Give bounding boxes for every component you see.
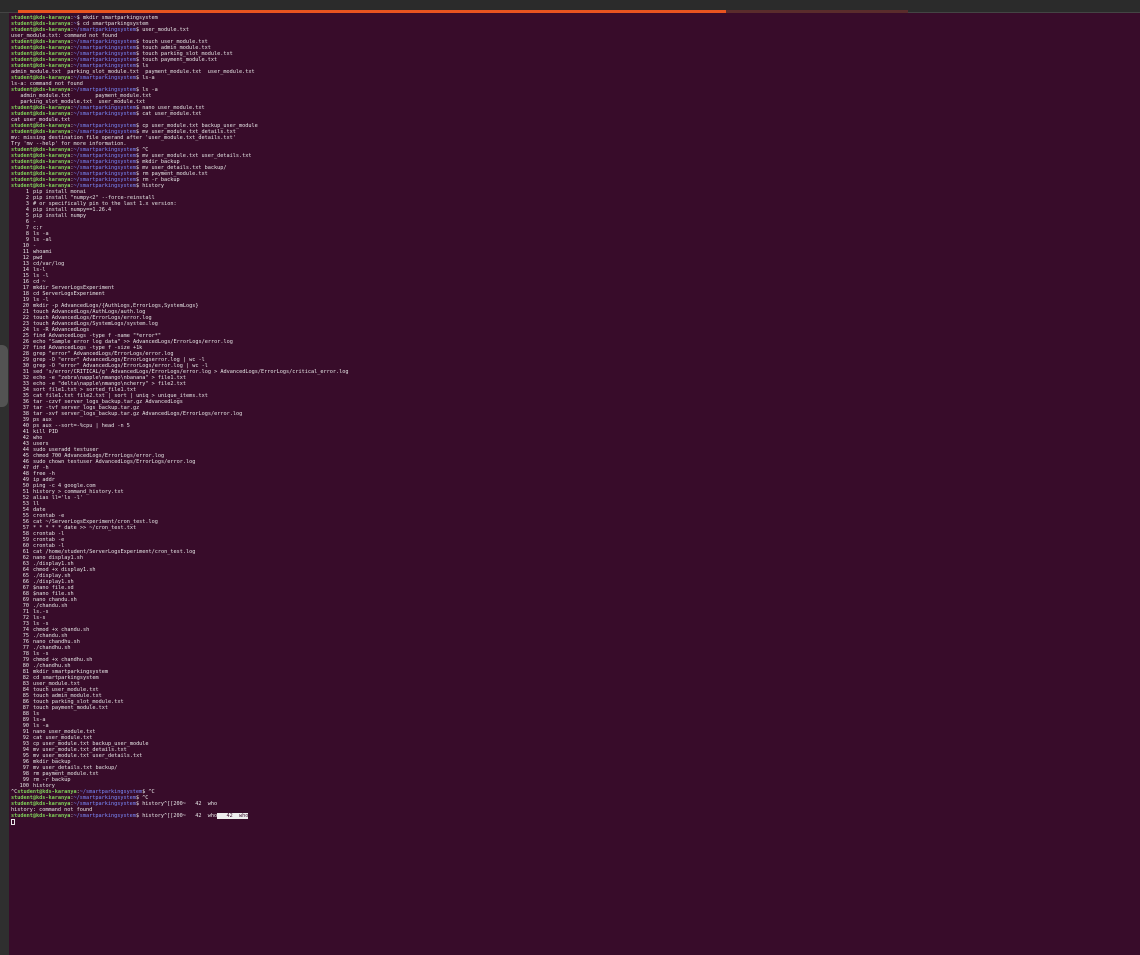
dock-sidebar	[0, 13, 9, 955]
command-text: history	[142, 183, 165, 189]
command-text: history^[[200~ 42 who	[142, 813, 218, 819]
history-command: sudo chown testuser AdvancedLogs/ErrorLo…	[33, 459, 196, 465]
prompt-user: student@kds-karanya	[11, 813, 71, 819]
prompt-path: ~/smartparkingsystem	[73, 813, 136, 819]
command-text: ^C	[148, 789, 155, 795]
command-text: touch payment_module.txt	[142, 57, 218, 63]
dock-handle[interactable]	[0, 345, 8, 407]
prompt-path: ~/smartparkingsystem	[73, 111, 136, 117]
terminal-output[interactable]: student@kds-karanya:~$ mkdir smartparkin…	[11, 15, 1131, 825]
command-text: user_module.txt	[142, 27, 190, 33]
terminal-progress-bar	[18, 10, 908, 13]
text-cursor[interactable]	[11, 819, 15, 825]
command-text: history^[[200~ 42 who	[142, 801, 218, 807]
history-command: tar -xvf server_logs_backup.tar.gz Advan…	[33, 411, 243, 417]
command-text: ls-a	[142, 75, 155, 81]
history-command: touch payment_module.txt	[33, 705, 108, 711]
history-command: alias ll='ls -l'	[33, 495, 83, 501]
selected-text[interactable]: 42 who	[217, 813, 249, 819]
terminal-progress-fill	[18, 10, 726, 13]
terminal-line	[11, 819, 1131, 825]
history-command: pip install numpy	[33, 213, 87, 219]
command-text: cat user_module.txt	[142, 111, 202, 117]
